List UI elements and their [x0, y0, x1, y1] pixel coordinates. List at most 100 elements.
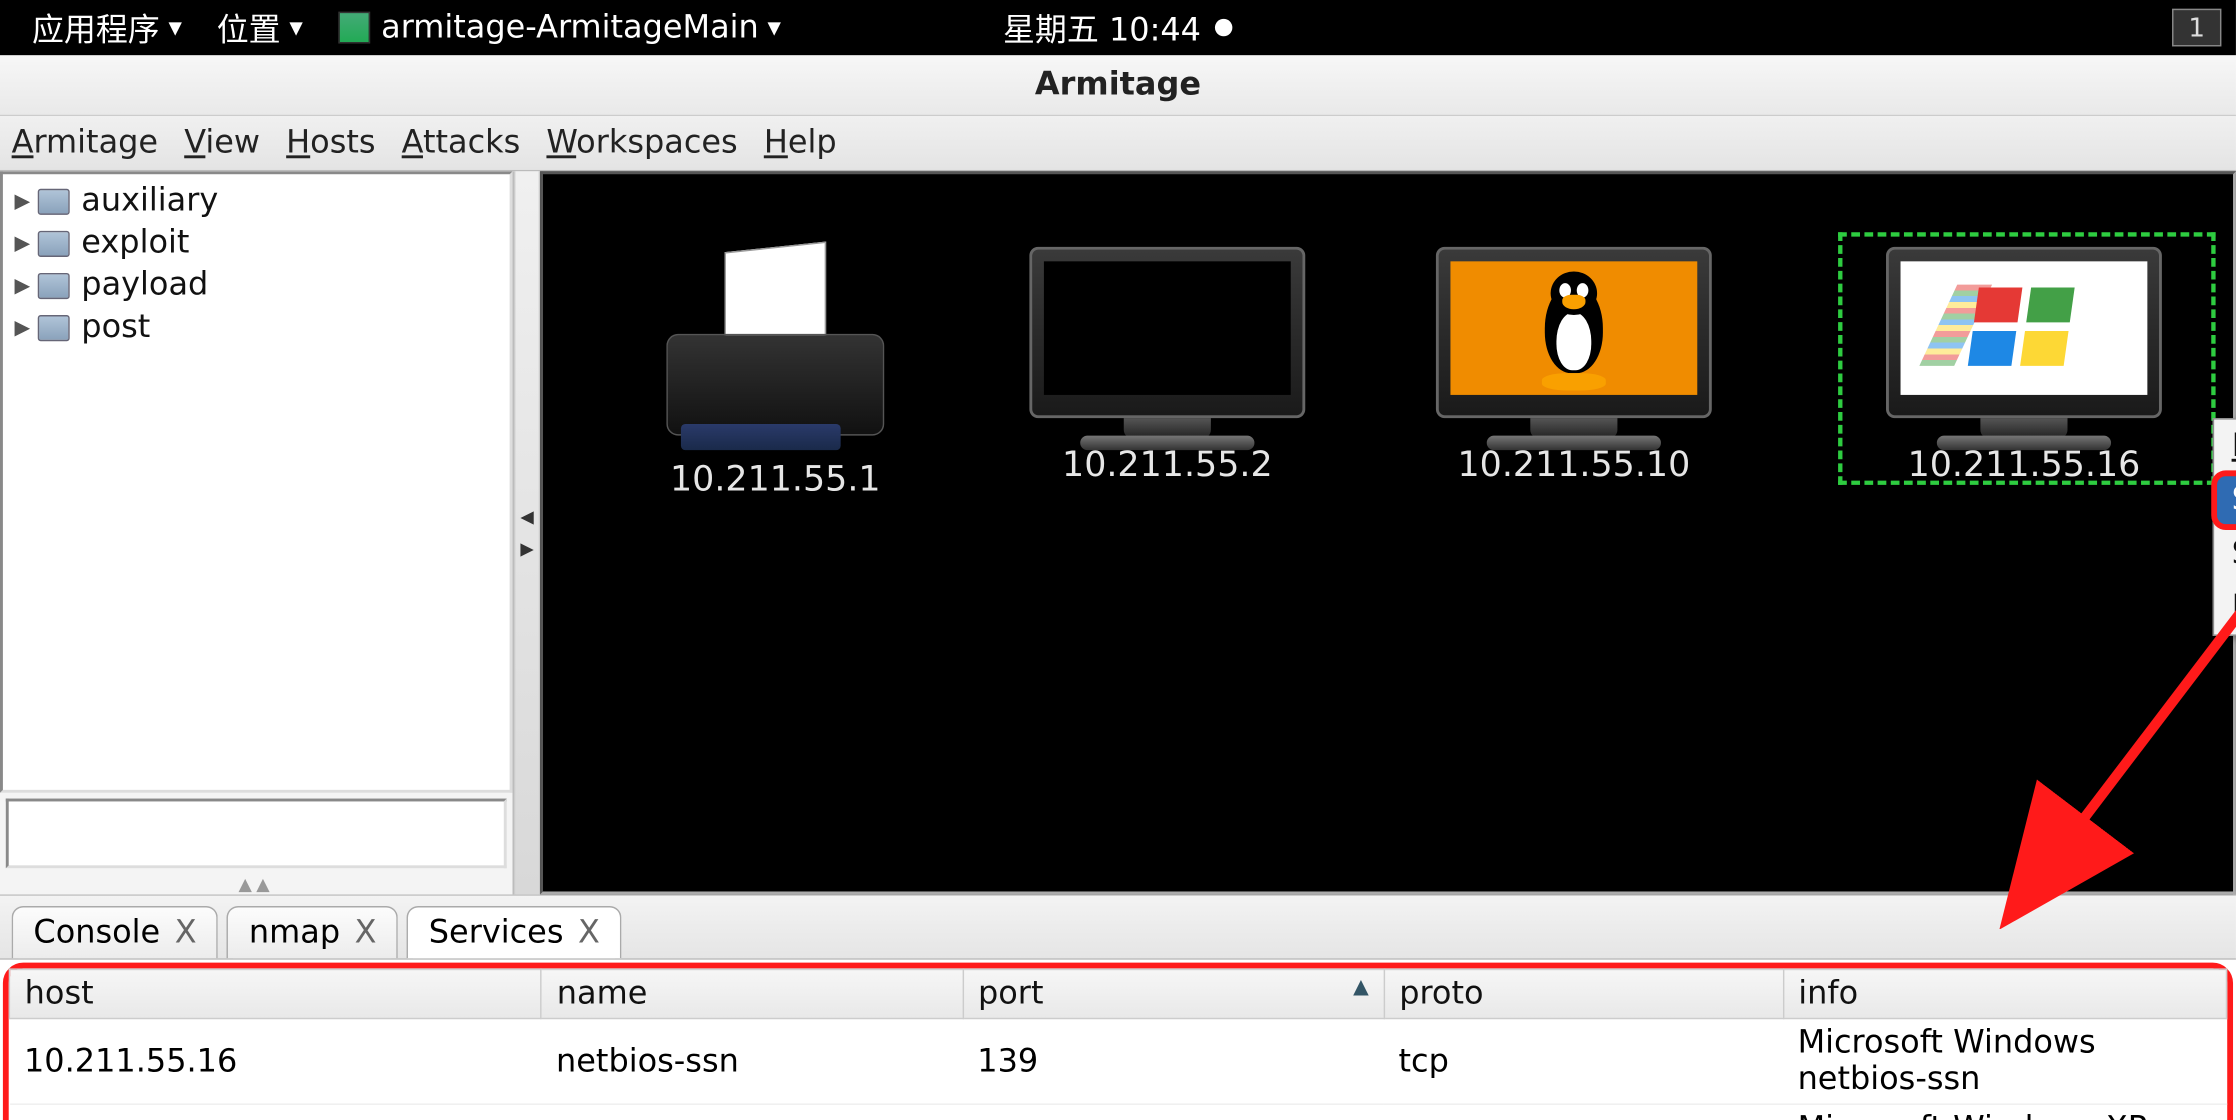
col-proto[interactable]: proto: [1384, 969, 1783, 1018]
vertical-splitter[interactable]: ◀ ▶: [514, 171, 540, 894]
window-title: Armitage: [1035, 67, 1201, 103]
host-node[interactable]: 10.211.55.2: [1008, 247, 1327, 485]
services-table[interactable]: host name port ▲ proto info 10.211.55.16 …: [9, 968, 2228, 1120]
tree-item-label: exploit: [81, 225, 189, 261]
chevron-right-icon: ▶: [520, 539, 533, 559]
tab-label: Services: [429, 915, 564, 951]
workspace-indicator[interactable]: 1: [2172, 9, 2221, 47]
tree-item-payload[interactable]: ▶ payload: [3, 264, 510, 306]
table-row[interactable]: 10.211.55.16 microsoft-ds 445 tcp Micros…: [9, 1104, 2226, 1120]
cell-host: 10.211.55.16: [9, 1019, 541, 1105]
tab-close-icon[interactable]: X: [175, 915, 197, 951]
folder-icon: [38, 230, 70, 256]
tree-item-post[interactable]: ▶ post: [3, 306, 510, 348]
os-clock-label: 星期五 10:44: [1003, 4, 1201, 50]
tree-item-label: payload: [81, 267, 208, 303]
folder-icon: [38, 272, 70, 298]
host-node[interactable]: 10.211.55.10: [1414, 247, 1733, 485]
menu-armitage[interactable]: Armitage: [12, 125, 158, 161]
col-info[interactable]: info: [1783, 969, 2226, 1018]
os-menu-applications-label: 应用程序: [32, 4, 160, 50]
os-menu-places[interactable]: 位置 ▼: [199, 0, 320, 55]
chevron-down-icon: ▼: [289, 17, 302, 37]
sort-asc-icon: ▲: [1353, 976, 1369, 999]
host-node[interactable]: 10.211.55.1: [630, 247, 920, 500]
menu-attacks[interactable]: Attacks: [402, 125, 521, 161]
host-node-selected[interactable]: 10.211.55.16: [1850, 247, 2198, 485]
menu-workspaces[interactable]: Workspaces: [546, 125, 737, 161]
menu-hosts[interactable]: Hosts: [286, 125, 375, 161]
chevron-down-icon: ▼: [768, 17, 781, 37]
tree-expand-icon[interactable]: ▶: [15, 316, 38, 339]
os-top-bar: 应用程序 ▼ 位置 ▼ armitage-ArmitageMain ▼ 星期五 …: [0, 0, 2236, 55]
linux-tux-icon: [1527, 272, 1620, 385]
col-label: proto: [1399, 976, 1483, 1012]
tree-item-label: auxiliary: [81, 183, 218, 219]
tree-item-label: post: [81, 309, 150, 345]
menu-help[interactable]: Help: [764, 125, 837, 161]
chevron-down-icon: ▼: [168, 17, 181, 37]
ctx-item-scan[interactable]: Scan: [2214, 527, 2236, 581]
cell-proto: tcp: [1384, 1104, 1783, 1120]
tree-item-exploit[interactable]: ▶ exploit: [3, 222, 510, 264]
tree-expand-icon[interactable]: ▶: [15, 232, 38, 255]
col-label: name: [557, 976, 648, 1012]
app-icon: [338, 12, 370, 44]
tab-nmap[interactable]: nmap X: [227, 906, 398, 958]
table-row[interactable]: 10.211.55.16 netbios-ssn 139 tcp Microso…: [9, 1019, 2226, 1105]
col-label: host: [25, 976, 94, 1012]
col-port[interactable]: port ▲: [963, 969, 1384, 1018]
menu-view[interactable]: View: [184, 125, 260, 161]
tree-item-auxiliary[interactable]: ▶ auxiliary: [3, 180, 510, 222]
table-header-row: host name port ▲ proto info: [9, 969, 2226, 1018]
main-split: ▶ auxiliary ▶ exploit ▶ payload ▶: [0, 171, 2236, 894]
os-menu-applications[interactable]: 应用程序 ▼: [15, 0, 200, 55]
window-title-bar: Armitage: [0, 55, 2236, 116]
module-tree[interactable]: ▶ auxiliary ▶ exploit ▶ payload ▶: [0, 171, 513, 792]
splitter-grip-icon[interactable]: ▲▲: [0, 874, 513, 894]
os-active-window[interactable]: armitage-ArmitageMain ▼: [320, 0, 798, 55]
tab-close-icon[interactable]: X: [355, 915, 377, 951]
menu-label: iew: [205, 125, 260, 161]
os-menu-places-label: 位置: [217, 4, 281, 50]
os-active-window-label: armitage-ArmitageMain: [381, 9, 759, 45]
menu-label: osts: [310, 125, 375, 161]
services-table-highlight: host name port ▲ proto info 10.211.55.16 …: [3, 963, 2233, 1120]
folder-icon: [38, 314, 70, 340]
tab-close-icon[interactable]: X: [578, 915, 600, 951]
menu-bar: Armitage View Hosts Attacks Workspaces H…: [0, 116, 2236, 171]
chevron-left-icon: ◀: [520, 507, 533, 527]
monitor-icon: [1436, 247, 1712, 436]
workspace-indicator-label: 1: [2188, 12, 2205, 42]
tree-expand-icon[interactable]: ▶: [15, 274, 38, 297]
cell-info: Microsoft Windows XP microsoft-ds: [1783, 1104, 2226, 1120]
os-clock[interactable]: 星期五 10:44: [1003, 4, 1233, 50]
menu-label: orkspaces: [576, 125, 738, 161]
col-label: port: [978, 976, 1043, 1012]
cell-name: microsoft-ds: [542, 1104, 963, 1120]
hosts-canvas[interactable]: 10.211.55.1 10.211.55.2: [540, 171, 2236, 894]
col-name[interactable]: name: [542, 969, 963, 1018]
ctx-item-host[interactable]: Host ▶: [2214, 581, 2236, 635]
col-label: info: [1798, 976, 1858, 1012]
module-search-input[interactable]: [6, 799, 507, 869]
tab-services[interactable]: Services X: [407, 906, 622, 958]
cell-port: 445: [963, 1104, 1384, 1120]
ctx-item-services[interactable]: Services: [2214, 473, 2236, 527]
record-dot-icon: [1216, 19, 1233, 36]
menu-label: ttacks: [423, 125, 520, 161]
cell-name: netbios-ssn: [542, 1019, 963, 1105]
host-context-menu: Login ▶ Services Scan Host ▶: [2213, 418, 2236, 636]
menu-label: elp: [788, 125, 837, 161]
tab-console[interactable]: Console X: [12, 906, 219, 958]
cell-host: 10.211.55.16: [9, 1104, 541, 1120]
tab-label: Console: [33, 915, 160, 951]
col-host[interactable]: host: [9, 969, 541, 1018]
tree-expand-icon[interactable]: ▶: [15, 189, 38, 212]
bottom-tabs: Console X nmap X Services X: [0, 896, 2236, 960]
host-ip-label: 10.211.55.2: [1008, 444, 1327, 485]
monitor-icon: [1886, 247, 2162, 436]
bottom-panel: Console X nmap X Services X host name po…: [0, 894, 2236, 1120]
ctx-item-login[interactable]: Login ▶: [2214, 420, 2236, 474]
host-ip-label: 10.211.55.16: [1850, 444, 2198, 485]
